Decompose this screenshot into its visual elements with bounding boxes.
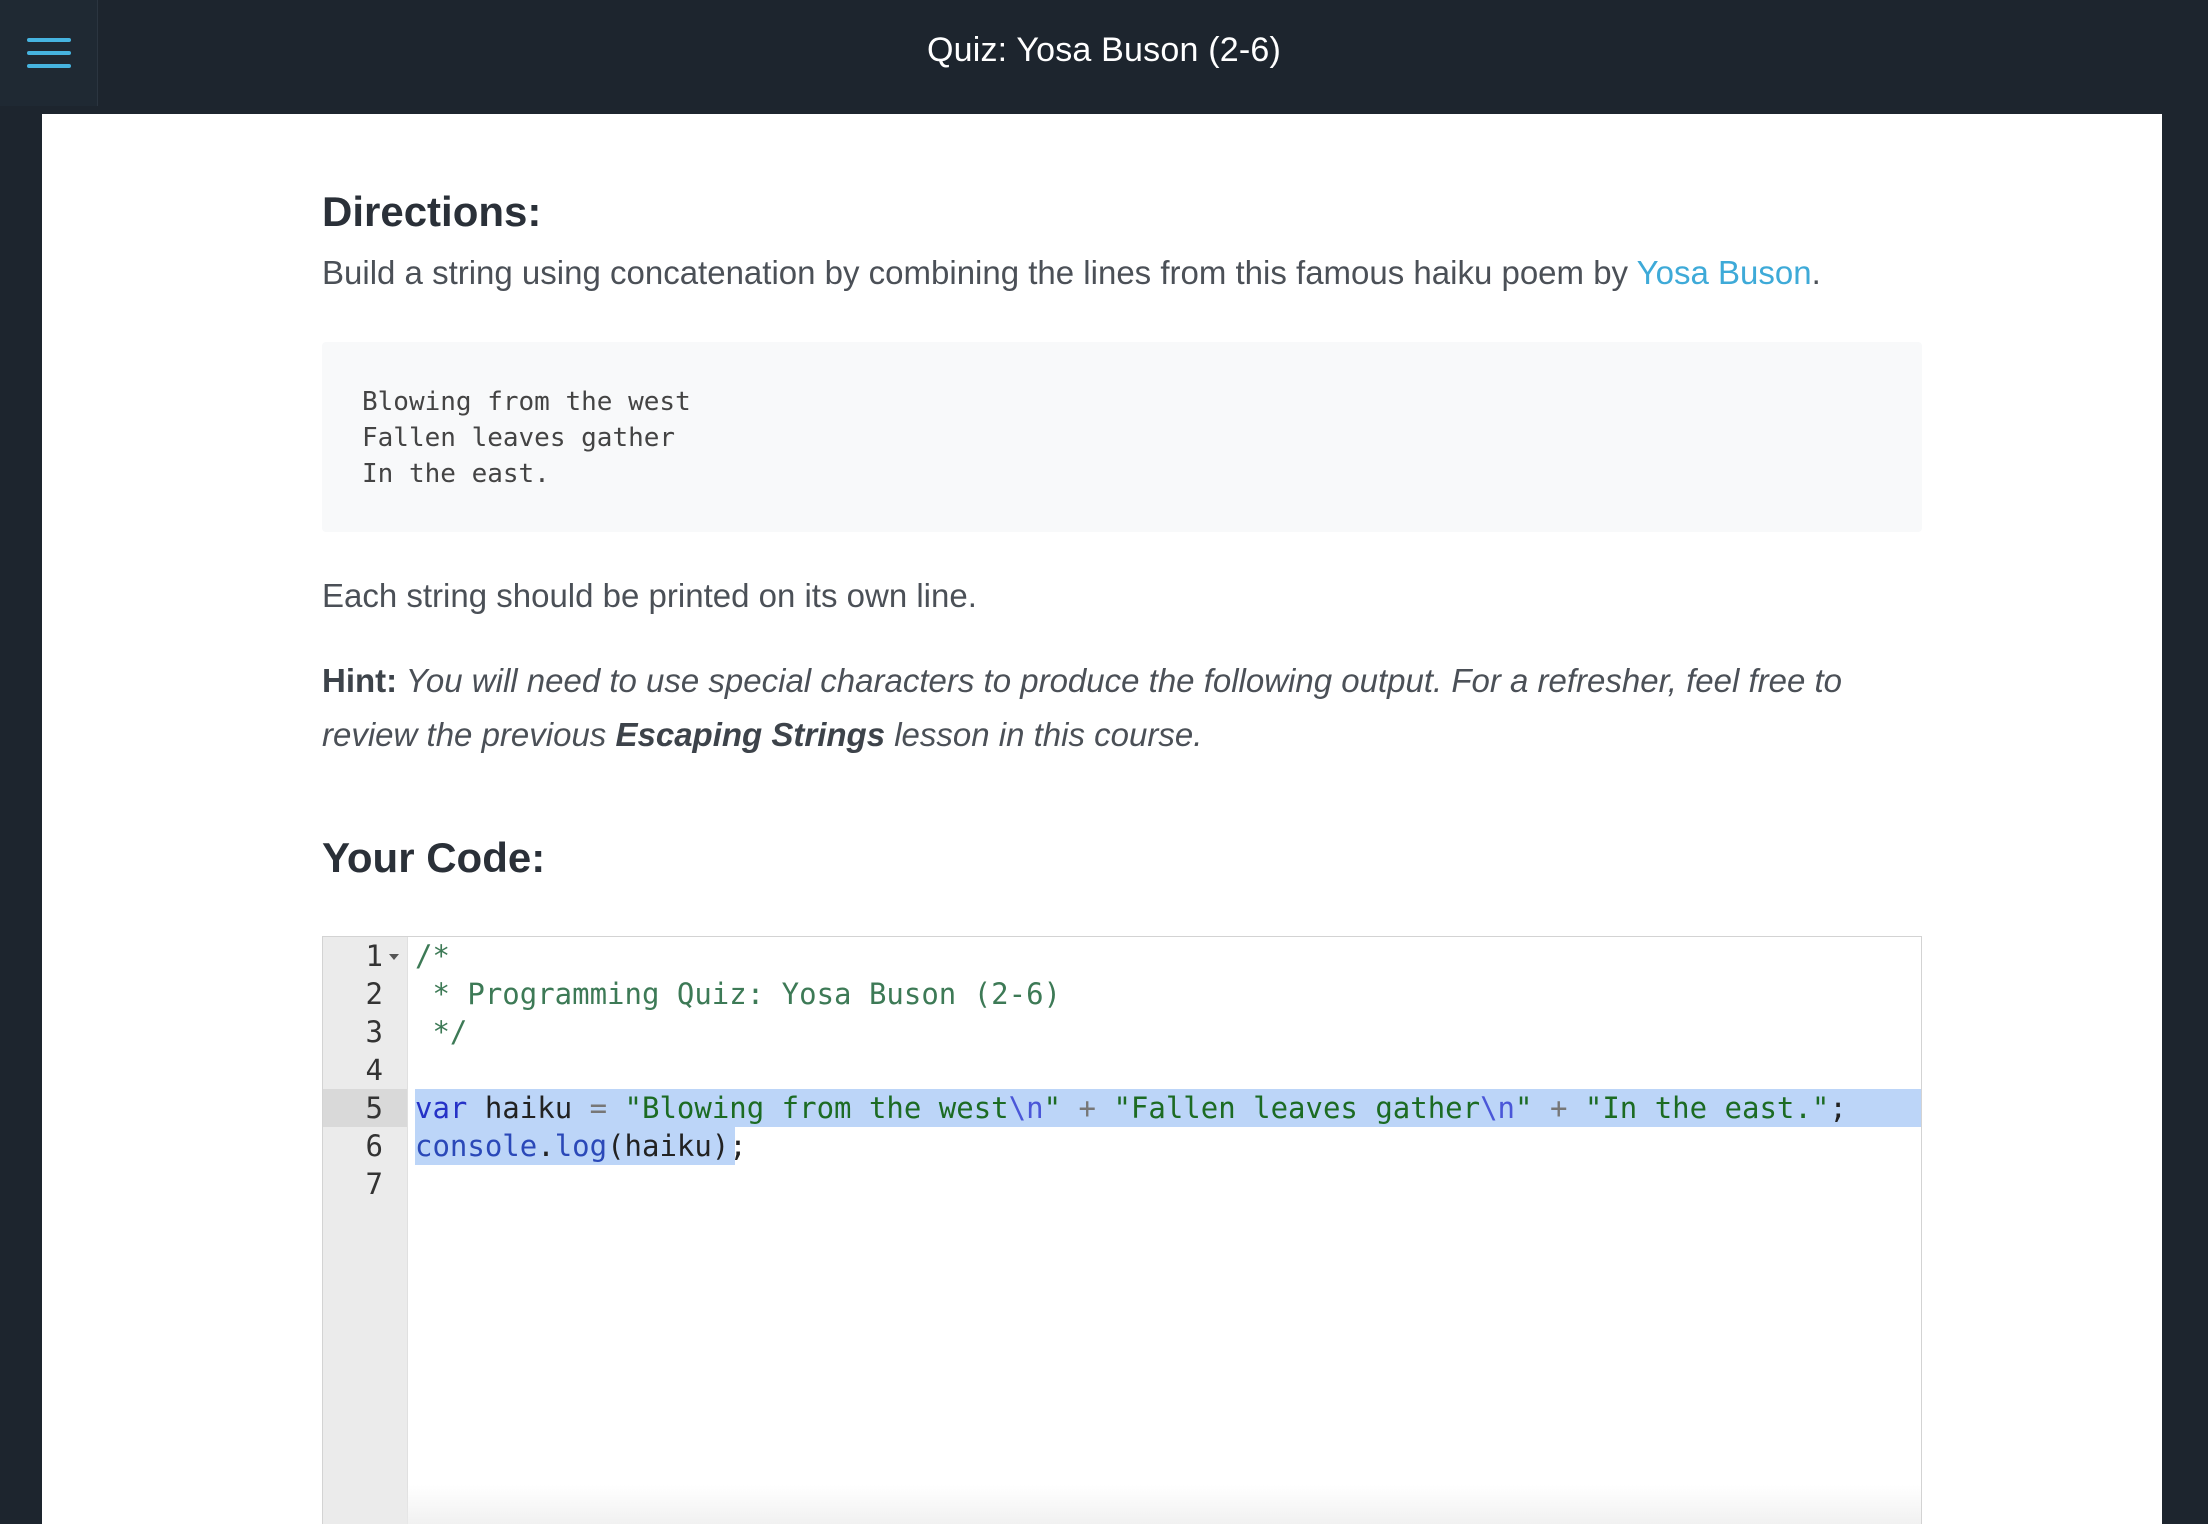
directions-heading: Directions:: [322, 188, 542, 235]
hint-paragraph: Hint: You will need to use special chara…: [322, 654, 1922, 762]
instruction-text: Each string should be printed on its own…: [322, 577, 977, 614]
top-bar: Quiz: Yosa Buson (2-6): [0, 0, 2208, 114]
code-line[interactable]: 2 * Programming Quiz: Yosa Buson (2-6): [323, 975, 1921, 1013]
line-number: 1: [365, 939, 383, 973]
editor-bottom-fade: [323, 1485, 1921, 1524]
yosa-buson-link[interactable]: Yosa Buson: [1637, 254, 1812, 291]
line-number: 3: [365, 1015, 383, 1049]
poem-block: Blowing from the west Fallen leaves gath…: [322, 342, 1922, 532]
hint-lesson-name: Escaping Strings: [615, 716, 886, 753]
line-number: 4: [365, 1053, 383, 1087]
fold-arrow-icon[interactable]: [389, 954, 399, 960]
code-line[interactable]: 7: [323, 1165, 1921, 1203]
code-text: console.log(haiku);: [415, 1129, 747, 1163]
directions-intro: Build a string using concatenation by co…: [322, 246, 1922, 300]
code-text: * Programming Quiz: Yosa Buson (2-6): [415, 977, 1062, 1011]
code-line[interactable]: 4: [323, 1051, 1921, 1089]
code-text: /*: [415, 939, 450, 973]
code-text: var haiku = "Blowing from the west\n" + …: [415, 1091, 1847, 1125]
line-number: 7: [365, 1167, 383, 1201]
intro-text: Build a string using concatenation by co…: [322, 254, 1637, 291]
poem-line: In the east.: [362, 459, 550, 489]
line-number: 6: [365, 1129, 383, 1163]
poem-line: Blowing from the west: [362, 387, 691, 417]
code-editor[interactable]: 1 /* 2 * Programming Quiz: Yosa Buson (2…: [322, 936, 1922, 1524]
code-line[interactable]: 6 console.log(haiku);: [323, 1127, 1921, 1165]
page-title: Quiz: Yosa Buson (2-6): [926, 31, 1282, 69]
your-code-heading: Your Code:: [322, 834, 546, 881]
code-line[interactable]: 1 /*: [323, 937, 1921, 975]
hint-text-end: lesson in this course.: [885, 716, 1203, 753]
code-text: */: [415, 1015, 468, 1049]
code-line[interactable]: 3 */: [323, 1013, 1921, 1051]
line-number: 5: [365, 1091, 383, 1125]
hint-label: Hint:: [322, 662, 398, 699]
intro-end: .: [1811, 254, 1821, 291]
line-number: 2: [365, 977, 383, 1011]
content-panel: Directions: Build a string using concate…: [42, 114, 2162, 1524]
code-line-active[interactable]: 5 var haiku = "Blowing from the west\n" …: [323, 1089, 1921, 1127]
poem-line: Fallen leaves gather: [362, 423, 676, 453]
